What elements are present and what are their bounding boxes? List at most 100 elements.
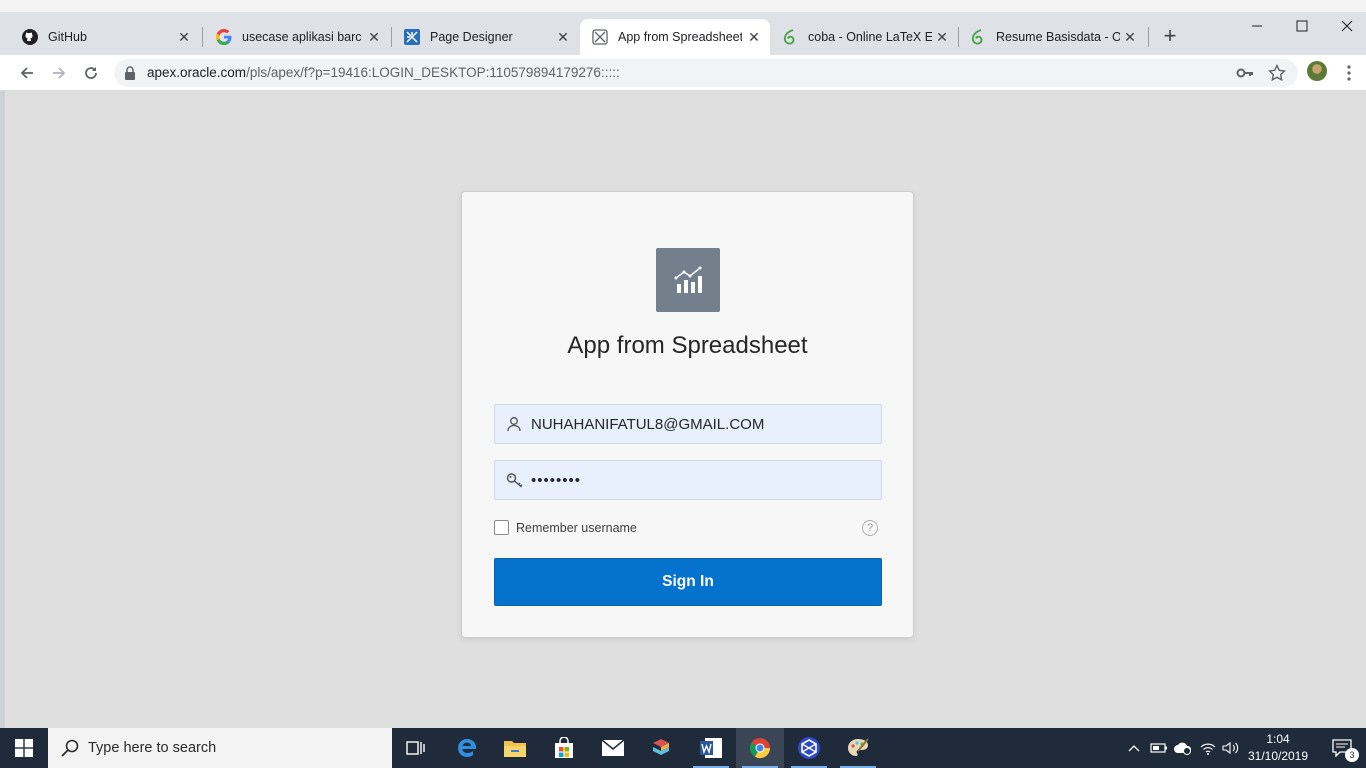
chart-app-icon	[656, 248, 720, 312]
maximize-icon	[1296, 20, 1308, 32]
user-icon	[506, 416, 522, 432]
tab-label: App from Spreadsheet	[618, 30, 742, 44]
clock-date: 31/10/2019	[1247, 749, 1309, 763]
profile-avatar[interactable]	[1307, 61, 1327, 81]
url-path: /pls/apex/f?p=19416:LOGIN_DESKTOP:110579…	[246, 65, 620, 80]
reload-button[interactable]	[79, 61, 103, 85]
reload-icon	[85, 67, 97, 79]
background-window-strip-top	[0, 0, 1366, 12]
tab-page-designer[interactable]: Page Designer ✕	[382, 19, 579, 55]
remember-username-checkbox[interactable]	[494, 520, 509, 535]
key-icon[interactable]	[1236, 65, 1254, 86]
battery-icon	[1150, 743, 1167, 753]
forward-arrow-icon	[53, 67, 66, 79]
back-button[interactable]	[15, 61, 39, 85]
show-hidden-icons[interactable]	[1124, 728, 1144, 768]
taskbar-app-hexagon[interactable]	[785, 728, 833, 768]
chrome-icon	[749, 738, 771, 759]
books-icon	[653, 739, 669, 755]
taskbar-clock[interactable]: 1:04 31/10/2019	[1246, 731, 1310, 765]
paint-palette-icon	[848, 738, 869, 756]
taskbar-edge[interactable]	[443, 728, 491, 768]
windows-taskbar: Type here to search 1:04 31/10/2019 3	[0, 728, 1366, 768]
browser-menu-icon[interactable]	[1343, 63, 1355, 83]
close-window-button[interactable]	[1324, 14, 1366, 38]
wifi-icon	[1200, 743, 1216, 755]
browser-toolbar: apex.oracle.com/pls/apex/f?p=19416:LOGIN…	[0, 55, 1366, 91]
cloud-sync-icon	[1174, 742, 1192, 755]
tab-overleaf-coba[interactable]: coba - Online LaTeX Editor ✕	[770, 19, 958, 55]
start-button[interactable]	[0, 728, 48, 768]
tab-label: usecase aplikasi barcode	[242, 30, 362, 44]
tab-label: Resume Basisdata - Online	[996, 30, 1120, 44]
battery-tray[interactable]	[1148, 728, 1170, 768]
password-field[interactable]	[494, 460, 882, 500]
minimize-button[interactable]	[1234, 14, 1280, 38]
onedrive-tray[interactable]	[1172, 728, 1194, 768]
bookmark-star-icon[interactable]	[1267, 63, 1287, 87]
task-view-icon	[406, 741, 425, 755]
action-center-button[interactable]: 3	[1318, 728, 1366, 768]
taskbar-paint[interactable]	[834, 728, 882, 768]
word-icon	[700, 738, 722, 758]
taskbar-file-explorer[interactable]	[491, 728, 539, 768]
notification-count-badge: 3	[1345, 748, 1359, 762]
google-icon	[216, 29, 232, 45]
lock-icon	[124, 66, 136, 85]
tab-overleaf-resume[interactable]: Resume Basisdata - Online ✕	[958, 19, 1146, 55]
clock-time: 1:04	[1266, 732, 1290, 746]
taskbar-mail[interactable]	[589, 728, 637, 768]
close-tab-icon[interactable]: ✕	[746, 29, 762, 45]
close-tab-icon[interactable]: ✕	[1122, 29, 1138, 45]
close-icon	[1341, 20, 1353, 32]
maximize-button[interactable]	[1279, 14, 1325, 38]
back-arrow-icon	[20, 67, 33, 79]
tab-label: GitHub	[48, 30, 87, 44]
store-bag-icon	[555, 737, 573, 758]
edge-icon	[458, 739, 477, 757]
new-tab-button[interactable]: +	[1160, 25, 1180, 47]
remember-username-row: Remember username	[494, 520, 637, 535]
taskbar-word[interactable]	[687, 728, 735, 768]
search-icon	[60, 738, 80, 758]
github-icon	[22, 29, 38, 45]
app-title: App from Spreadsheet	[567, 332, 808, 359]
close-tab-icon[interactable]: ✕	[366, 29, 382, 45]
taskbar-app-books[interactable]	[638, 728, 686, 768]
password-input[interactable]	[531, 461, 871, 499]
taskbar-search-box[interactable]: Type here to search	[48, 728, 392, 768]
address-bar[interactable]: apex.oracle.com/pls/apex/f?p=19416:LOGIN…	[114, 59, 1298, 87]
search-placeholder: Type here to search	[88, 740, 217, 756]
tab-github[interactable]: GitHub ✕	[0, 19, 200, 55]
tab-google-search[interactable]: usecase aplikasi barcode ✕	[194, 19, 390, 55]
windows-logo-icon	[15, 739, 33, 757]
page-designer-icon	[404, 29, 420, 45]
taskbar-chrome[interactable]	[736, 728, 784, 768]
overleaf-icon	[970, 29, 986, 45]
browser-tab-strip: GitHub ✕ usecase aplikasi barcode ✕ Page…	[0, 0, 1366, 55]
chevron-up-icon	[1128, 745, 1140, 752]
tab-separator	[1148, 27, 1149, 47]
tab-app-from-spreadsheet[interactable]: App from Spreadsheet ✕	[580, 19, 770, 55]
tab-label: Page Designer	[430, 30, 513, 44]
username-field[interactable]	[494, 404, 882, 444]
username-input[interactable]	[531, 405, 871, 443]
remember-username-label[interactable]: Remember username	[516, 521, 637, 535]
overleaf-icon	[782, 29, 798, 45]
tab-label: coba - Online LaTeX Editor	[808, 30, 932, 44]
speaker-icon	[1222, 741, 1239, 755]
taskbar-store[interactable]	[540, 728, 588, 768]
forward-button[interactable]	[47, 61, 71, 85]
help-icon[interactable]: ?	[862, 520, 878, 536]
login-card: App from Spreadsheet Remember username ?…	[461, 191, 914, 638]
wifi-tray[interactable]	[1197, 728, 1219, 768]
close-tab-icon[interactable]: ✕	[555, 29, 571, 45]
sign-in-button[interactable]: Sign In	[494, 558, 882, 606]
volume-tray[interactable]	[1220, 728, 1242, 768]
close-tab-icon[interactable]: ✕	[934, 29, 950, 45]
url-host: apex.oracle.com	[147, 65, 247, 80]
mail-icon	[601, 739, 625, 756]
task-view-button[interactable]	[392, 728, 440, 768]
close-tab-icon[interactable]: ✕	[176, 29, 192, 45]
apex-app-icon	[592, 29, 608, 45]
